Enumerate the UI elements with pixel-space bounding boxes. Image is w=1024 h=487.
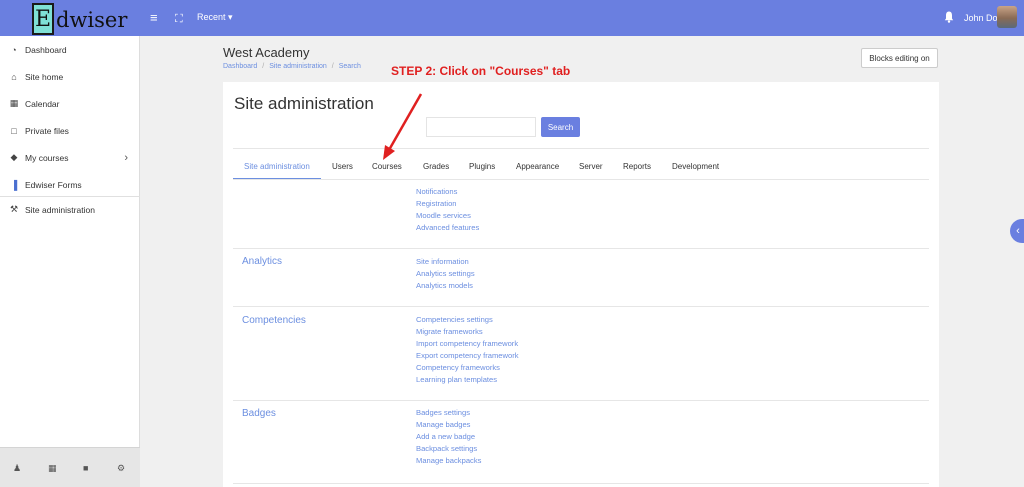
sidebar-item-label: Edwiser Forms xyxy=(25,179,82,190)
breadcrumb: Dashboard / Site administration / Search xyxy=(223,63,361,70)
link-manage-backpacks[interactable]: Manage backpacks xyxy=(416,455,481,467)
sidebar-item-label: Site home xyxy=(25,71,64,82)
section-title-badges[interactable]: Badges xyxy=(242,408,276,419)
sidebar: ◔ Dashboard ⌂ Site home ▦ Calendar □ Pri… xyxy=(0,36,140,487)
hamburger-menu-icon[interactable]: ≡ xyxy=(150,10,158,26)
top-navbar: E dwiser ≡ ⛶ Recent ▾ John Doe xyxy=(0,0,1024,36)
link-learning-plan-templates[interactable]: Learning plan templates xyxy=(416,374,519,386)
user-avatar[interactable] xyxy=(997,6,1017,28)
competencies-links: Competencies settings Migrate frameworks… xyxy=(416,314,519,386)
link-analytics-settings[interactable]: Analytics settings xyxy=(416,268,475,280)
dashboard-icon: ◔ xyxy=(11,44,17,55)
users-icon[interactable]: ♟ xyxy=(13,463,21,474)
cogs-icon[interactable]: ⚙ xyxy=(117,463,125,474)
tab-appearance[interactable]: Appearance xyxy=(516,162,559,171)
tab-reports[interactable]: Reports xyxy=(623,162,651,171)
section-divider xyxy=(233,483,929,484)
link-badges-settings[interactable]: Badges settings xyxy=(416,407,481,419)
link-notifications[interactable]: Notifications xyxy=(416,186,479,198)
annotation-arrow-icon xyxy=(383,93,423,160)
section-divider xyxy=(233,400,929,401)
link-backpack-settings[interactable]: Backpack settings xyxy=(416,443,481,455)
breadcrumb-search[interactable]: Search xyxy=(339,63,361,70)
calendar-icon[interactable]: ▦ xyxy=(48,463,57,474)
page-title: West Academy xyxy=(223,45,310,60)
breadcrumb-site-administration[interactable]: Site administration xyxy=(269,63,327,70)
sidebar-item-label: Calendar xyxy=(25,98,60,109)
step-annotation-label: STEP 2: Click on "Courses" tab xyxy=(391,64,571,78)
card-title: Site administration xyxy=(234,94,374,113)
fullscreen-icon[interactable]: ⛶ xyxy=(175,11,183,27)
analytics-links: Site information Analytics settings Anal… xyxy=(416,256,475,292)
search-button[interactable]: Search xyxy=(541,117,580,137)
search-input[interactable] xyxy=(426,117,536,137)
link-registration[interactable]: Registration xyxy=(416,198,479,210)
calendar-icon: ▦ xyxy=(9,98,19,108)
section-title-competencies[interactable]: Competencies xyxy=(242,315,306,326)
sidebar-item-site-administration[interactable]: ⚒ Site administration xyxy=(0,196,140,223)
home-icon: ⌂ xyxy=(11,71,17,82)
recent-dropdown[interactable]: Recent ▾ xyxy=(197,12,233,23)
sidebar-item-calendar[interactable]: ▦ Calendar xyxy=(0,90,140,117)
tab-development[interactable]: Development xyxy=(672,162,719,171)
link-moodle-services[interactable]: Moodle services xyxy=(416,210,479,222)
tabs-divider-top xyxy=(233,148,929,149)
section-divider xyxy=(233,306,929,307)
tab-plugins[interactable]: Plugins xyxy=(469,162,495,171)
link-competencies-settings[interactable]: Competencies settings xyxy=(416,314,519,326)
link-advanced-features[interactable]: Advanced features xyxy=(416,222,479,234)
breadcrumb-separator: / xyxy=(262,63,265,70)
general-links: Notifications Registration Moodle servic… xyxy=(416,186,479,234)
link-competency-frameworks[interactable]: Competency frameworks xyxy=(416,362,519,374)
forms-icon: ▐ xyxy=(10,179,18,190)
logo-letter-box: E xyxy=(32,3,54,35)
section-title-analytics[interactable]: Analytics xyxy=(242,256,282,267)
graduation-cap-icon: ◆ xyxy=(10,152,18,162)
link-site-information[interactable]: Site information xyxy=(416,256,475,268)
sidebar-item-label: Dashboard xyxy=(25,44,67,55)
chevron-left-icon: ‹ xyxy=(1016,225,1020,237)
page-header: West Academy Dashboard / Site administra… xyxy=(223,45,361,70)
logo-area[interactable]: E dwiser xyxy=(0,0,140,36)
sidebar-item-edwiser-forms[interactable]: ▐ Edwiser Forms xyxy=(0,171,140,198)
sidebar-item-site-home[interactable]: ⌂ Site home xyxy=(0,63,140,90)
breadcrumb-dashboard[interactable]: Dashboard xyxy=(223,63,257,70)
blocks-editing-button[interactable]: Blocks editing on xyxy=(861,48,938,68)
file-icon[interactable]: ■ xyxy=(83,463,88,473)
badges-links: Badges settings Manage badges Add a new … xyxy=(416,407,481,467)
sidebar-item-label: My courses xyxy=(25,152,69,163)
sidebar-item-label: Site administration xyxy=(25,204,95,215)
sidebar-item-private-files[interactable]: □ Private files xyxy=(0,117,140,144)
sidebar-footer: ♟ ▦ ■ ⚙ xyxy=(0,447,140,487)
edwiser-logo[interactable]: E dwiser xyxy=(32,1,127,35)
logo-text: dwiser xyxy=(56,8,128,32)
file-icon: □ xyxy=(11,125,17,136)
section-divider xyxy=(233,248,929,249)
link-export-competency-framework[interactable]: Export competency framework xyxy=(416,350,519,362)
wrench-icon: ⚒ xyxy=(9,204,19,214)
sidebar-item-label: Private files xyxy=(25,125,69,136)
chevron-right-icon[interactable]: › xyxy=(124,152,128,164)
tab-site-administration[interactable]: Site administration xyxy=(244,162,310,171)
tab-server[interactable]: Server xyxy=(579,162,603,171)
link-migrate-frameworks[interactable]: Migrate frameworks xyxy=(416,326,519,338)
bell-icon[interactable] xyxy=(944,11,954,23)
link-manage-badges[interactable]: Manage badges xyxy=(416,419,481,431)
tabs-divider-bottom xyxy=(233,179,929,180)
sidebar-item-my-courses[interactable]: ◆ My courses › xyxy=(0,144,140,171)
link-analytics-models[interactable]: Analytics models xyxy=(416,280,475,292)
sidebar-item-dashboard[interactable]: ◔ Dashboard xyxy=(0,36,140,63)
tab-users[interactable]: Users xyxy=(332,162,353,171)
admin-card: Site administration Search Site administ… xyxy=(223,82,939,487)
drawer-toggle-button[interactable]: ‹ xyxy=(1010,219,1024,243)
link-import-competency-framework[interactable]: Import competency framework xyxy=(416,338,519,350)
breadcrumb-separator: / xyxy=(331,63,334,70)
link-add-new-badge[interactable]: Add a new badge xyxy=(416,431,481,443)
